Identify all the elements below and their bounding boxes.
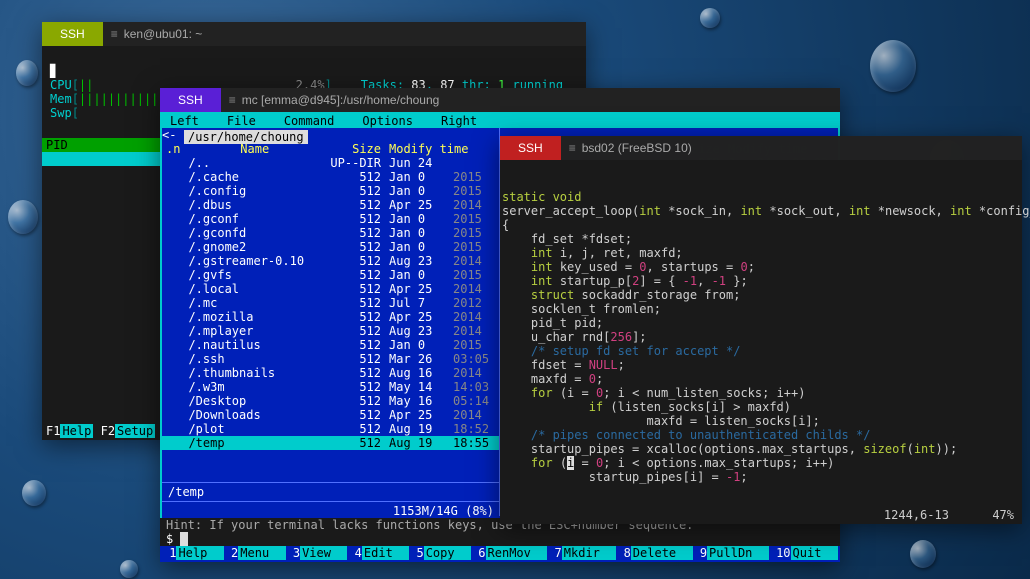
menu-file[interactable]: File xyxy=(213,114,270,128)
titlebar[interactable]: SSH ≡ ken@ubu01: ~ xyxy=(42,22,586,46)
file-row[interactable]: /Desktop512May 1605:14 xyxy=(162,394,499,408)
file-row[interactable]: /.gvfs512Jan 02015 xyxy=(162,268,499,282)
code-line: for (i = 0; i < num_listen_socks; i++) xyxy=(502,386,1020,400)
file-row[interactable]: /.nautilus512Jan 02015 xyxy=(162,338,499,352)
bsd-window[interactable]: SSH ≡ bsd02 (FreeBSD 10) static voidserv… xyxy=(500,136,1022,524)
fn-delete[interactable]: Delete xyxy=(631,546,693,560)
cpu-label: CPU xyxy=(50,78,72,92)
code-line: pid_t pid; xyxy=(502,316,1020,330)
code-line: startup_pipes[i] = -1; xyxy=(502,470,1020,484)
code-line: /* pipes connected to unauthenticated ch… xyxy=(502,428,1020,442)
fn-copy[interactable]: Copy xyxy=(424,546,471,560)
mem-label: Mem xyxy=(50,92,72,106)
titlebar[interactable]: SSH ≡ mc [emma@d945]:/usr/home/choung xyxy=(160,88,840,112)
ssh-badge: SSH xyxy=(500,136,561,160)
code-line: { xyxy=(502,218,1020,232)
file-row[interactable]: /.config512Jan 02015 xyxy=(162,184,499,198)
code-line: if (listen_socks[i] > maxfd) xyxy=(502,400,1020,414)
selection-name: /temp xyxy=(162,485,500,499)
path-box: /usr/home/choung xyxy=(184,130,308,144)
code-line: server_accept_loop(int *sock_in, int *so… xyxy=(502,204,1020,218)
file-row[interactable]: /.mc512Jul 72012 xyxy=(162,296,499,310)
code-line: maxfd = 0; xyxy=(502,372,1020,386)
window-title: mc [emma@d945]:/usr/home/choung xyxy=(242,93,440,107)
file-list-left[interactable]: .n Name Size Modify time /..UP--DIRJun 2… xyxy=(162,142,499,450)
size-header[interactable]: Size xyxy=(325,142,385,156)
mc-fn-bar[interactable]: 1Help 2Menu 3View 4Edit 5Copy 6RenMov 7M… xyxy=(160,546,840,560)
swp-label: Swp xyxy=(50,106,72,120)
file-row[interactable]: /.mplayer512Aug 232014 xyxy=(162,324,499,338)
code-line: fdset = NULL; xyxy=(502,358,1020,372)
hamburger-icon[interactable]: ≡ xyxy=(569,141,574,155)
name-header[interactable]: Name xyxy=(184,142,325,156)
code-line: u_char rnd[256]; xyxy=(502,330,1020,344)
code-line: /* setup fd set for accept */ xyxy=(502,344,1020,358)
ssh-badge: SSH xyxy=(42,22,103,46)
mc-menu[interactable]: LeftFileCommandOptionsRight xyxy=(162,114,838,128)
menu-options[interactable]: Options xyxy=(348,114,427,128)
disk-usage-left: 1153M/14G (8%) xyxy=(162,504,500,518)
code-line: struct sockaddr_storage from; xyxy=(502,288,1020,302)
fn-renmov[interactable]: RenMov xyxy=(486,546,548,560)
file-row[interactable]: /.mozilla512Apr 252014 xyxy=(162,310,499,324)
menu-left[interactable]: Left xyxy=(166,114,213,128)
file-row[interactable]: /.thumbnails512Aug 162014 xyxy=(162,366,499,380)
code-line: fd_set *fdset; xyxy=(502,232,1020,246)
menu-command[interactable]: Command xyxy=(270,114,349,128)
code-line: for (i = 0; i < options.max_startups; i+… xyxy=(502,456,1020,470)
file-row[interactable]: /..UP--DIRJun 24 xyxy=(162,156,499,170)
file-row[interactable]: /.ssh512Mar 2603:05 xyxy=(162,352,499,366)
file-row[interactable]: /.cache512Jan 02015 xyxy=(162,170,499,184)
file-row[interactable]: /.gnome2512Jan 02015 xyxy=(162,240,499,254)
hamburger-icon[interactable]: ≡ xyxy=(229,93,234,107)
window-title: bsd02 (FreeBSD 10) xyxy=(582,141,692,155)
hamburger-icon[interactable]: ≡ xyxy=(111,27,116,41)
fn-pulldn[interactable]: PullDn xyxy=(707,546,769,560)
fn-help[interactable]: Help xyxy=(176,546,223,560)
fn-view[interactable]: View xyxy=(300,546,347,560)
titlebar[interactable]: SSH ≡ bsd02 (FreeBSD 10) xyxy=(500,136,1022,160)
file-row[interactable]: /.w3m512May 1414:03 xyxy=(162,380,499,394)
code-line: int i, j, ret, maxfd; xyxy=(502,246,1020,260)
fn-help[interactable]: Help xyxy=(60,424,93,438)
htop-fn-bar[interactable]: F1Help F2Setup F3 xyxy=(46,410,177,438)
ssh-badge: SSH xyxy=(160,88,221,112)
file-row[interactable]: /.local512Apr 252014 xyxy=(162,282,499,296)
code-line: maxfd = listen_socks[i]; xyxy=(502,414,1020,428)
mtime-header[interactable]: Modify time xyxy=(385,142,499,156)
fn-mkdir[interactable]: Mkdir xyxy=(562,546,617,560)
file-row[interactable]: /.gstreamer-0.10512Aug 232014 xyxy=(162,254,499,268)
code-line: startup_pipes = xcalloc(options.max_star… xyxy=(502,442,1020,456)
cursor-block: ▊ xyxy=(50,64,57,78)
vim-status: 1244,6-13 47% xyxy=(884,508,1014,522)
window-title: ken@ubu01: ~ xyxy=(124,27,203,41)
n-col: .n xyxy=(162,142,184,156)
fn-edit[interactable]: Edit xyxy=(362,546,409,560)
shell-prompt[interactable]: $ xyxy=(160,532,840,546)
fn-menu[interactable]: Menu xyxy=(238,546,285,560)
code-line: static void xyxy=(502,190,1020,204)
file-row[interactable]: /temp512Aug 1918:55 xyxy=(162,436,499,450)
menu-right[interactable]: Right xyxy=(427,114,491,128)
file-row[interactable]: /Downloads512Apr 252014 xyxy=(162,408,499,422)
file-row[interactable]: /.gconf512Jan 02015 xyxy=(162,212,499,226)
fn-quit[interactable]: Quit xyxy=(791,546,838,560)
fn-setup[interactable]: Setup xyxy=(115,424,155,438)
code-line: int key_used = 0, startups = 0; xyxy=(502,260,1020,274)
file-row[interactable]: /.gconfd512Jan 02015 xyxy=(162,226,499,240)
code-line: socklen_t fromlen; xyxy=(502,302,1020,316)
code-view[interactable]: static voidserver_accept_loop(int *sock_… xyxy=(500,160,1022,524)
code-line: int startup_p[2] = { -1, -1 }; xyxy=(502,274,1020,288)
file-row[interactable]: /.dbus512Apr 252014 xyxy=(162,198,499,212)
file-row[interactable]: /plot512Aug 1918:52 xyxy=(162,422,499,436)
